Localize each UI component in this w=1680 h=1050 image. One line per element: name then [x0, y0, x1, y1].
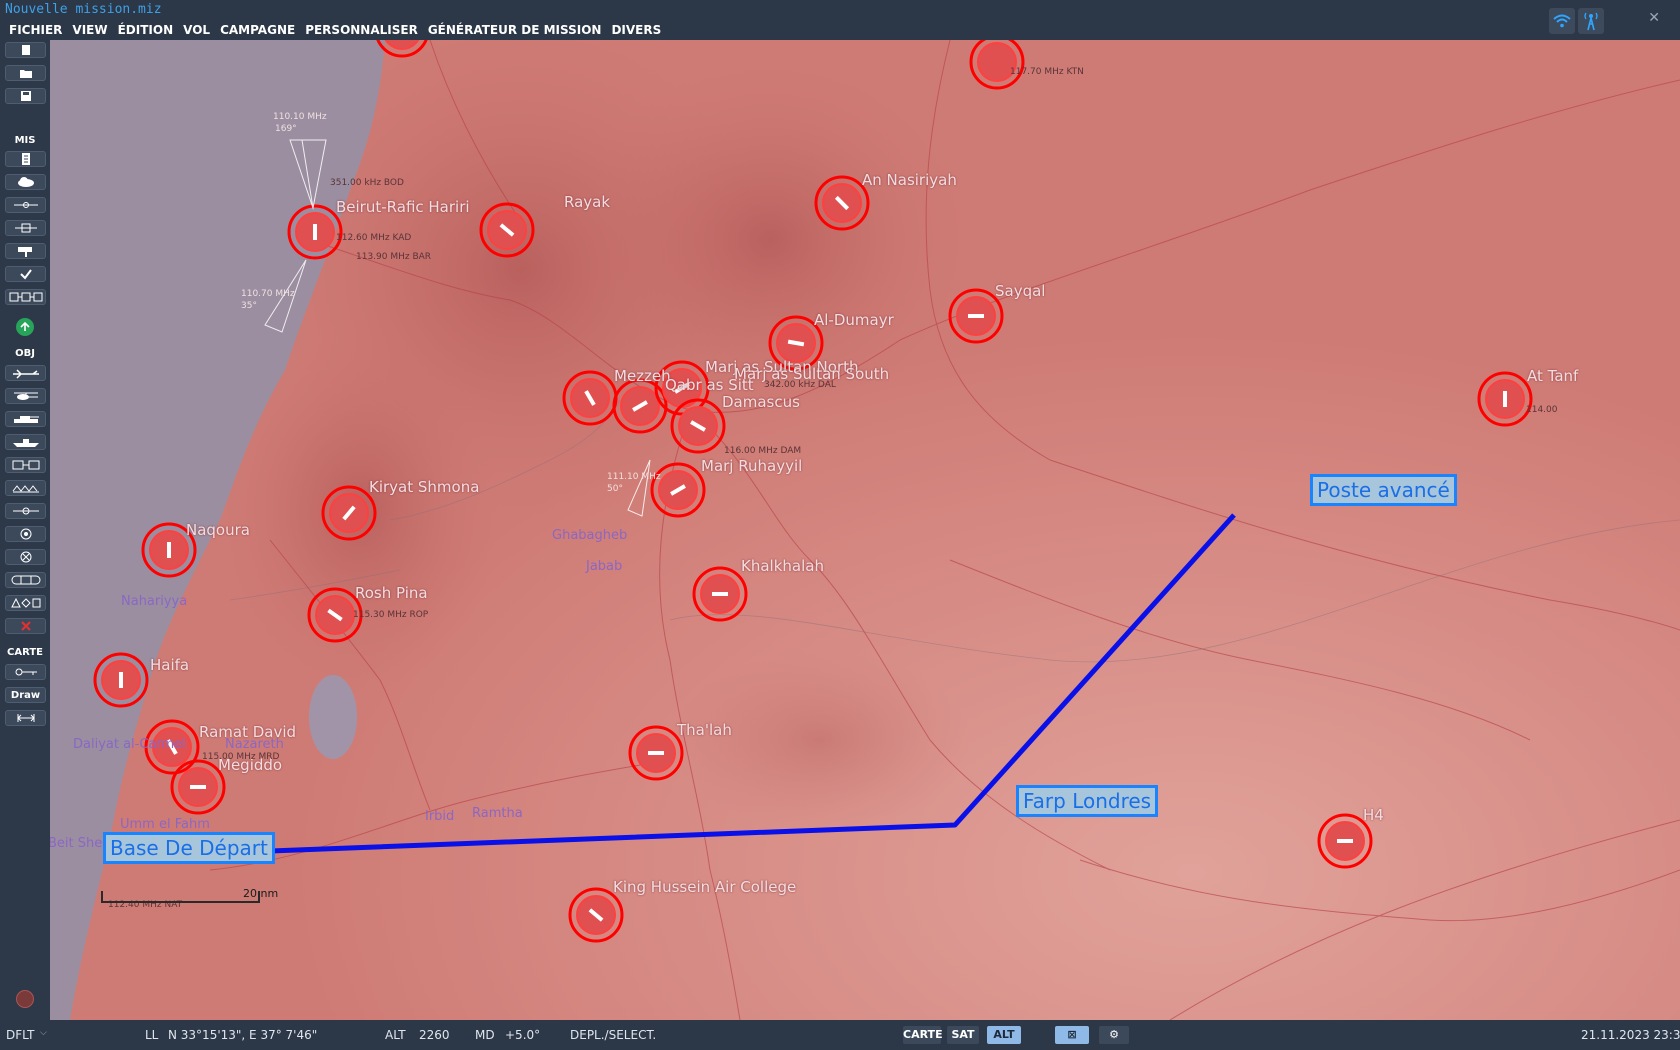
coord-mode[interactable]: LL [145, 1028, 158, 1042]
airfield-icon[interactable] [568, 887, 624, 943]
lake [309, 675, 357, 759]
airfield-icon[interactable] [628, 725, 684, 781]
ruler-button[interactable] [5, 710, 46, 726]
shapes-button[interactable] [5, 595, 46, 611]
airfield-icon[interactable] [1477, 371, 1533, 427]
datetime: 21.11.2023 23:38:31 [1581, 1028, 1680, 1042]
airfield-icon[interactable] [321, 485, 377, 541]
section-carte: CARTE [7, 647, 43, 658]
menu-personnaliser[interactable]: PERSONNALISER [300, 21, 423, 39]
left-toolbar: MIS OBJ CARTE Draw [0, 40, 50, 1020]
flag-button[interactable] [5, 243, 46, 259]
save-button[interactable] [5, 88, 46, 104]
menu-view[interactable]: VIEW [67, 21, 112, 39]
add-ship-button[interactable] [5, 434, 46, 450]
triggers-button[interactable] [5, 289, 46, 305]
add-plane-button[interactable] [5, 365, 46, 381]
map-options-button[interactable] [5, 664, 46, 680]
antenna-icon[interactable] [1578, 8, 1604, 34]
plateau [670, 650, 970, 830]
wifi-icon[interactable] [1549, 8, 1575, 34]
chevron-down-icon[interactable]: ⌵ [40, 1028, 47, 1038]
section-mis: MIS [14, 135, 36, 146]
add-vehicle-button[interactable] [5, 411, 46, 427]
menu-fichier[interactable]: FICHIER [4, 21, 67, 39]
trigger-zone-button[interactable] [5, 220, 46, 236]
airfield-icon[interactable] [479, 202, 535, 258]
md-value: +5.0° [505, 1028, 541, 1042]
airfield-icon[interactable] [670, 398, 726, 454]
airfield-icon[interactable] [692, 566, 748, 622]
airfield-icon[interactable] [141, 522, 197, 578]
open-folder-button[interactable] [5, 65, 46, 81]
map-mode-sat-button[interactable]: SAT [947, 1026, 979, 1044]
menu-vol[interactable]: VOL [178, 21, 215, 39]
airfield-icon[interactable] [948, 288, 1004, 344]
window-title: Nouvelle mission.miz [5, 2, 162, 17]
add-trigger-zone-button[interactable] [5, 503, 46, 519]
menu-edition[interactable]: ÉDITION [113, 21, 179, 39]
menu-campagne[interactable]: CAMPAGNE [215, 21, 300, 39]
delete-icon[interactable] [5, 618, 46, 634]
airfield-icon[interactable] [287, 204, 343, 260]
mission-map[interactable]: .af { position:absolute; font-size:15px;… [50, 40, 1680, 1020]
airfield-icon[interactable] [307, 587, 363, 643]
map-layers-icon[interactable]: ⊠ [1055, 1026, 1089, 1044]
close-icon[interactable]: ✕ [1648, 10, 1660, 26]
airfield-icon[interactable] [1317, 813, 1373, 869]
airfield-icon[interactable] [562, 370, 618, 426]
cursor-coordinates: N 33°15'13", E 37° 7'46" [168, 1028, 318, 1042]
profile-select[interactable]: DFLT [6, 1028, 35, 1042]
status-bar: DFLT ⌵ LL N 33°15'13", E 37° 7'46" ALT 2… [0, 1020, 1680, 1050]
section-obj: OBJ [15, 348, 35, 359]
weather-button[interactable] [5, 174, 46, 190]
mode-label: DEPL./SELECT. [570, 1028, 657, 1042]
airfield-icon[interactable] [93, 652, 149, 708]
map-mode-carte-button[interactable]: CARTE [903, 1026, 943, 1044]
map-canvas[interactable] [50, 40, 1680, 1020]
add-static-button[interactable] [5, 457, 46, 473]
draw-button[interactable]: Draw [5, 687, 46, 703]
airfield-icon[interactable] [814, 175, 870, 231]
md-label: MD [475, 1028, 495, 1042]
up-arrow-icon[interactable] [16, 318, 34, 336]
map-mode-alt-button[interactable]: ALT [987, 1026, 1021, 1044]
group-button[interactable] [5, 572, 46, 588]
logo-icon[interactable] [16, 990, 34, 1008]
airfield-icon[interactable] [768, 315, 824, 371]
settings-gear-icon[interactable]: ⚙ [1099, 1026, 1129, 1044]
menu-divers[interactable]: DIVERS [606, 21, 666, 39]
check-button[interactable] [5, 266, 46, 282]
briefing-button[interactable] [5, 151, 46, 167]
mountain-range [570, 60, 970, 420]
menu-bar: FICHIER VIEW ÉDITION VOL CAMPAGNE PERSON… [4, 21, 666, 39]
nav-target-button[interactable] [5, 549, 46, 565]
new-file-button[interactable] [5, 42, 46, 58]
airfield-icon[interactable] [650, 462, 706, 518]
menu-generateur-mission[interactable]: GÉNÉRATEUR DE MISSION [423, 21, 607, 39]
add-helicopter-button[interactable] [5, 388, 46, 404]
airfield-icon[interactable] [144, 719, 200, 775]
add-template-button[interactable] [5, 480, 46, 496]
route-tool-button[interactable] [5, 197, 46, 213]
alt-label: ALT [385, 1028, 406, 1042]
target-button[interactable] [5, 526, 46, 542]
title-bar: Nouvelle mission.miz FICHIER VIEW ÉDITIO… [0, 0, 1680, 40]
alt-value: 2260 [419, 1028, 450, 1042]
airfield-icon[interactable] [170, 759, 226, 815]
airfield-icon[interactable] [612, 378, 668, 434]
